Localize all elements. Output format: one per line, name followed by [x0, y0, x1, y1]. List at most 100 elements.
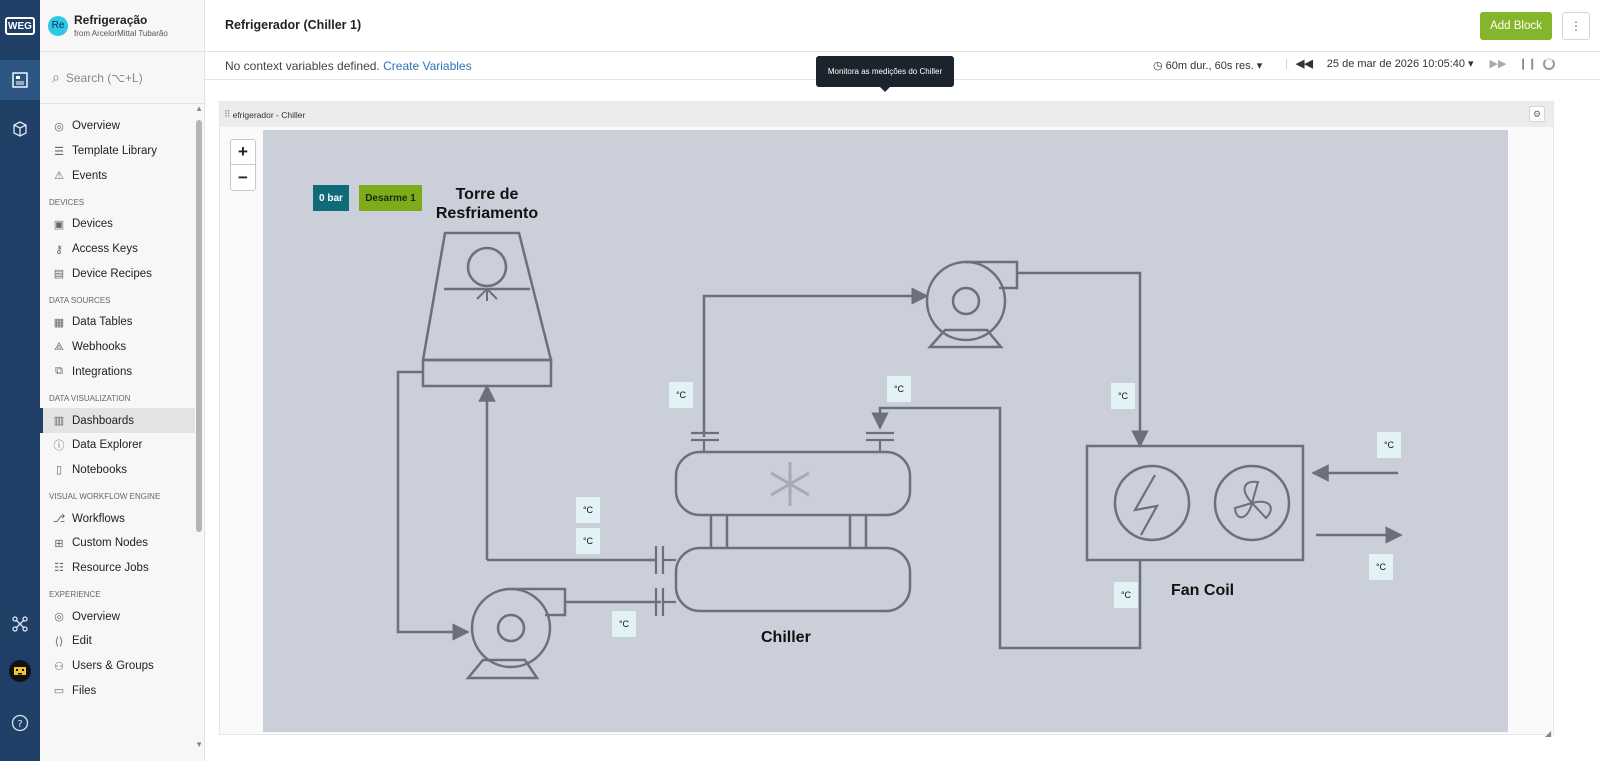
clock-icon: ◷	[1153, 60, 1163, 72]
scroll-up-icon[interactable]: ▲	[195, 104, 203, 113]
sidebar-item-label: Integrations	[72, 365, 133, 378]
pump-top	[925, 260, 1019, 349]
sidebar-item-files[interactable]: ▭ Files	[40, 678, 195, 703]
sidebar-item-notebooks[interactable]: ▯ Notebooks	[40, 458, 195, 483]
resize-handle-icon[interactable]: ◢	[1545, 729, 1551, 738]
chiller-label: Chiller	[761, 629, 811, 646]
status-badge: Desarme 1	[359, 185, 422, 211]
time-controls: | ◀◀ 25 de mar de 2026 10:05:40 ▾ ▶▶ ❙❙	[1285, 57, 1555, 70]
sidebar-item-webhooks[interactable]: ⟁ Webhooks	[40, 335, 195, 360]
sidebar-item-devices[interactable]: ▣ Devices	[40, 212, 195, 237]
sidebar-item-label: Webhooks	[72, 341, 127, 354]
folder-icon: ▭	[53, 685, 65, 698]
cube-icon[interactable]	[8, 117, 32, 141]
sidebar-item-dashboards[interactable]: ▥ Dashboards	[40, 408, 195, 433]
fan-coil-unit	[1085, 444, 1305, 562]
context-message: No context variables defined. Create Var…	[225, 59, 472, 73]
rewind-icon[interactable]: ◀◀	[1296, 57, 1313, 70]
sidebar-item-edit[interactable]: ⟨⟩ Edit	[40, 629, 195, 654]
sidebar-item-events[interactable]: ⚠ Events	[40, 163, 195, 188]
key-icon: ⚷	[54, 243, 64, 256]
sidebar-item-label: Workflows	[72, 512, 125, 525]
sidebar-item-data-explorer[interactable]: ⓘ Data Explorer	[40, 433, 195, 458]
block-header[interactable]: ⠿ efrigerador - Chiller	[220, 102, 1553, 127]
drag-handle-icon[interactable]: ⠿	[224, 109, 231, 120]
pause-icon[interactable]: ❙❙	[1518, 57, 1536, 70]
sidebar-item-label: Overview	[72, 610, 120, 623]
cooling-tower-label: Torre de Resfriamento	[427, 185, 547, 223]
search-icon: ⌕	[52, 69, 60, 85]
page-header: Refrigerador (Chiller 1) Add Block ⋮	[205, 0, 1600, 52]
network-icon[interactable]	[8, 612, 32, 636]
section-data-sources: DATA SOURCES	[49, 296, 111, 306]
section-workflow-engine: VISUAL WORKFLOW ENGINE	[49, 492, 161, 502]
user-avatar-icon[interactable]	[8, 659, 32, 683]
info-icon: ⓘ	[53, 440, 65, 453]
caret-down-icon: ▾	[1256, 60, 1263, 72]
sidebar-item-custom-nodes[interactable]: ⊞ Custom Nodes	[40, 531, 195, 556]
integrations-icon: ⧉	[55, 365, 63, 378]
zoom-control: + −	[230, 139, 256, 191]
sidebar-item-label: Dashboards	[72, 414, 135, 427]
code-icon: ⟨⟩	[54, 635, 64, 648]
cooling-tower	[421, 231, 553, 388]
sidebar-item-integrations[interactable]: ⧉ Integrations	[40, 360, 195, 385]
sidebar-item-label: Access Keys	[72, 243, 138, 256]
temperature-readout: °C	[576, 528, 600, 554]
sidebar-item-users-groups[interactable]: ⚇ Users & Groups	[40, 654, 195, 679]
zoom-in-button[interactable]: +	[231, 140, 255, 165]
chip-icon: ▣	[53, 218, 65, 231]
add-block-button[interactable]: Add Block	[1480, 12, 1552, 40]
sidebar-item-label: Edit	[72, 635, 92, 648]
sidebar-item-label: Data Explorer	[72, 439, 143, 452]
sidebar-item-resource-jobs[interactable]: ☷ Resource Jobs	[40, 556, 195, 581]
icon-rail: WEG ?	[0, 0, 40, 761]
app-org: from ArcelorMittal Tubarão	[74, 29, 168, 38]
sidebar-item-access-keys[interactable]: ⚷ Access Keys	[40, 237, 195, 262]
section-devices: DEVICES	[49, 198, 85, 208]
app-avatar: Re	[48, 15, 68, 36]
warning-icon: ⚠	[54, 170, 64, 183]
dashboard-icon[interactable]	[0, 60, 40, 100]
block-title: efrigerador - Chiller	[232, 109, 306, 120]
create-variables-link[interactable]: Create Variables	[383, 59, 472, 73]
sidebar-item-device-recipes[interactable]: ▤ Device Recipes	[40, 261, 195, 286]
sidebar: Re Refrigeração from ArcelorMittal Tubar…	[40, 0, 205, 761]
gear-icon[interactable]: ⚙	[1529, 106, 1545, 122]
chiller-diagram: 0 bar Desarme 1 Torre de Resfriamento Ch…	[263, 130, 1508, 732]
fast-forward-icon[interactable]: ▶▶	[1490, 57, 1507, 70]
weg-logo[interactable]: WEG	[5, 17, 35, 35]
app-name: Refrigeração	[74, 13, 148, 27]
duration-selector[interactable]: ◷ 60m dur., 60s res. ▾	[1153, 59, 1262, 72]
sidebar-item-data-tables[interactable]: ▦ Data Tables	[40, 310, 195, 335]
sidebar-item-overview[interactable]: ◎ Overview	[40, 114, 195, 139]
help-icon[interactable]: ?	[8, 711, 32, 735]
sidebar-item-experience-overview[interactable]: ◎ Overview	[40, 604, 195, 629]
app-header[interactable]: Re Refrigeração from ArcelorMittal Tubar…	[40, 0, 204, 52]
sidebar-item-label: Device Recipes	[72, 267, 152, 280]
refresh-spinner-icon[interactable]	[1542, 57, 1555, 70]
temperature-readout: °C	[576, 497, 600, 523]
sidebar-item-label: Custom Nodes	[72, 537, 149, 550]
date-selector[interactable]: 25 de mar de 2026 10:05:40	[1327, 58, 1465, 70]
more-options-button[interactable]: ⋮	[1562, 12, 1590, 40]
recipe-icon: ▤	[53, 268, 65, 281]
sidebar-item-label: Resource Jobs	[72, 561, 149, 574]
sidebar-item-template-library[interactable]: ☰ Template Library	[40, 139, 195, 164]
tower-label-line-1: Torre de	[455, 186, 519, 203]
dashboard-icon: ▥	[53, 415, 65, 428]
temperature-readout: °C	[669, 382, 693, 408]
sidebar-item-workflows[interactable]: ⎇ Workflows	[40, 506, 195, 531]
temperature-readout: °C	[1377, 432, 1401, 458]
pump-bottom	[465, 587, 567, 680]
temperature-readout: °C	[612, 611, 636, 637]
search-input[interactable]: ⌕ Search (⌥+L)	[40, 52, 204, 104]
sidebar-scrollbar[interactable]	[196, 120, 202, 532]
sidebar-nav: ◎ Overview ☰ Template Library ⚠ Events DEVI…	[40, 114, 195, 703]
zoom-out-button[interactable]: −	[231, 165, 255, 190]
temperature-readout: °C	[1111, 383, 1135, 409]
scroll-down-icon[interactable]: ▼	[195, 740, 203, 749]
search-placeholder: Search (⌥+L)	[65, 70, 143, 85]
duration-value: 60m dur., 60s res.	[1165, 60, 1254, 72]
section-data-visualization: DATA VISUALIZATION	[49, 394, 131, 404]
